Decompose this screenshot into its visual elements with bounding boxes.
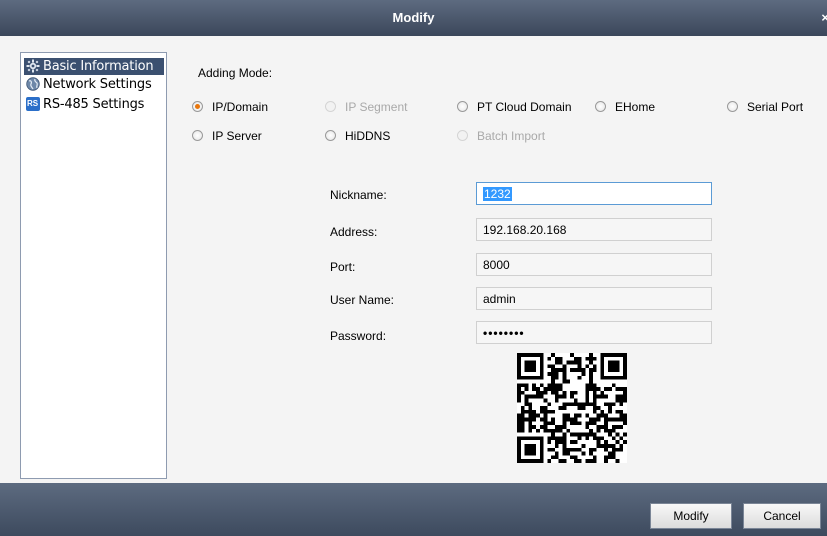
window-title: Modify xyxy=(392,10,435,25)
radio-button xyxy=(457,130,468,141)
radio-button xyxy=(325,101,336,112)
port-label: Port: xyxy=(330,260,356,274)
address-label: Address: xyxy=(330,225,378,239)
port-value: 8000 xyxy=(483,258,510,272)
radio-label: IP Server xyxy=(212,129,262,143)
password-label: Password: xyxy=(330,329,387,343)
radio-label: PT Cloud Domain xyxy=(477,100,572,114)
rs-icon-text: RS xyxy=(27,99,39,108)
radio-button[interactable] xyxy=(192,130,203,141)
username-value: admin xyxy=(483,292,516,306)
username-field[interactable]: admin xyxy=(476,287,712,310)
gear-icon xyxy=(26,59,40,73)
sidebar-item-network-settings[interactable]: Network Settings xyxy=(24,76,164,93)
radio-button[interactable] xyxy=(325,130,336,141)
radio-label: IP/Domain xyxy=(212,100,269,114)
qr-code xyxy=(517,353,627,463)
radio-label: EHome xyxy=(615,100,656,114)
nickname-label: Nickname: xyxy=(330,188,387,202)
radio-button[interactable] xyxy=(727,101,738,112)
radio-label: HiDDNS xyxy=(345,129,391,143)
rs-icon: RS xyxy=(26,97,40,111)
password-value: •••••••• xyxy=(483,326,525,340)
sidebar-item-label: Network Settings xyxy=(43,77,152,92)
address-value: 192.168.20.168 xyxy=(483,223,567,237)
password-field[interactable]: •••••••• xyxy=(476,321,712,344)
radio-button[interactable] xyxy=(457,101,468,112)
sidebar-item-rs485-settings[interactable]: RS RS-485 Settings xyxy=(24,96,164,113)
radio-button[interactable] xyxy=(595,101,606,112)
settings-sidebar: Basic Information Network Settings RS RS… xyxy=(20,52,167,479)
radio-label: Batch Import xyxy=(477,129,546,143)
sidebar-item-label: Basic Information xyxy=(43,59,154,74)
adding-mode-label: Adding Mode: xyxy=(198,66,273,80)
title-bar: Modify × xyxy=(0,0,827,36)
username-label: User Name: xyxy=(330,293,395,307)
nickname-field[interactable]: 1232 xyxy=(476,182,712,205)
nickname-value: 1232 xyxy=(483,187,512,201)
sidebar-item-basic-information[interactable]: Basic Information xyxy=(24,58,164,75)
modify-button[interactable]: Modify xyxy=(650,503,732,529)
address-field[interactable]: 192.168.20.168 xyxy=(476,218,712,241)
radio-label: Serial Port xyxy=(747,100,804,114)
radio-label: IP Segment xyxy=(345,100,408,114)
sidebar-item-label: RS-485 Settings xyxy=(43,97,145,112)
globe-icon xyxy=(26,77,40,91)
port-field[interactable]: 8000 xyxy=(476,253,712,276)
radio-button[interactable] xyxy=(192,101,203,112)
cancel-button[interactable]: Cancel xyxy=(743,503,821,529)
close-icon[interactable]: × xyxy=(821,10,827,25)
